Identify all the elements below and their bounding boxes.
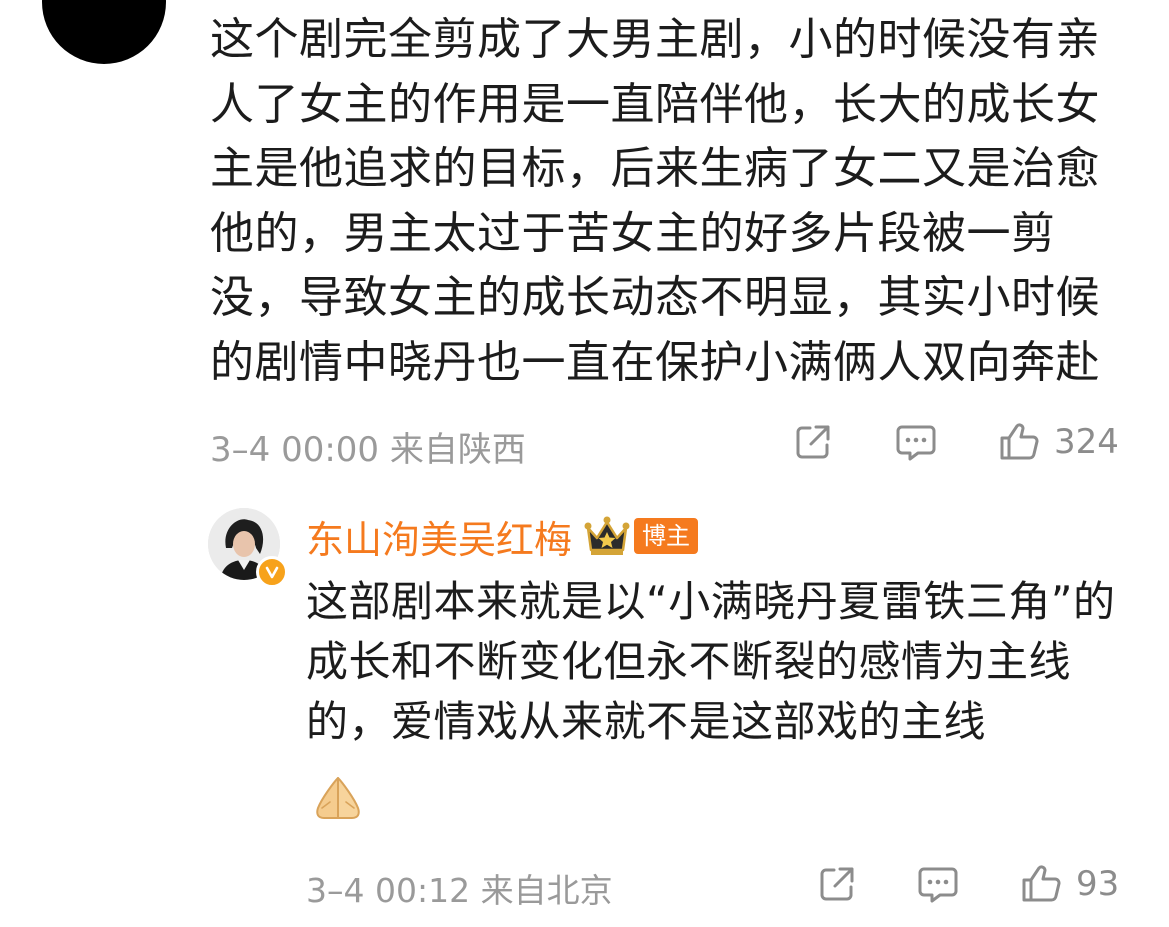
- blogger-badge: 博主: [634, 518, 699, 554]
- like-icon: [1022, 865, 1061, 902]
- crown-icon: [584, 516, 630, 555]
- reply-comment-button[interactable]: [916, 860, 960, 908]
- share-icon: [820, 867, 854, 901]
- verified-badge-icon: [256, 556, 288, 588]
- like-icon: [1000, 423, 1039, 460]
- comment-icon: [918, 867, 958, 903]
- reply-share-button[interactable]: [816, 860, 858, 908]
- like-count: 324: [1054, 422, 1119, 462]
- reply-meta-row: 3–4 00:12 来自北京 93: [306, 860, 1130, 910]
- reply-header: 东山洵美吴红梅 博主: [306, 508, 699, 564]
- like-button[interactable]: 324: [998, 418, 1119, 466]
- reply-like-count: 93: [1076, 864, 1120, 904]
- reply-text: 这部剧本来就是以“小满晓丹夏雷铁三角”的成长和不断变化但永不断裂的感情为主线的，…: [306, 577, 1116, 746]
- reply-like-button[interactable]: 93: [1020, 860, 1119, 908]
- comment-meta-row: 3–4 00:00 来自陕西 324: [210, 418, 1130, 470]
- reply-time-location: 3–4 00:12 来自北京: [306, 871, 613, 910]
- commenter-avatar[interactable]: [42, 0, 166, 64]
- comment-text: 这个剧完全剪成了大男主剧，小的时候没有亲人了女主的作用是一直陪伴他，长大的成长女…: [210, 14, 1100, 388]
- folded-hands-emoji-icon: [316, 777, 360, 819]
- comment-icon: [896, 425, 936, 461]
- reply-author-name[interactable]: 东山洵美吴红梅: [306, 509, 572, 564]
- comment-time-location: 3–4 00:00 来自陕西: [210, 430, 526, 470]
- comment-button[interactable]: [894, 418, 938, 466]
- share-button[interactable]: [792, 418, 834, 466]
- share-icon: [796, 425, 830, 459]
